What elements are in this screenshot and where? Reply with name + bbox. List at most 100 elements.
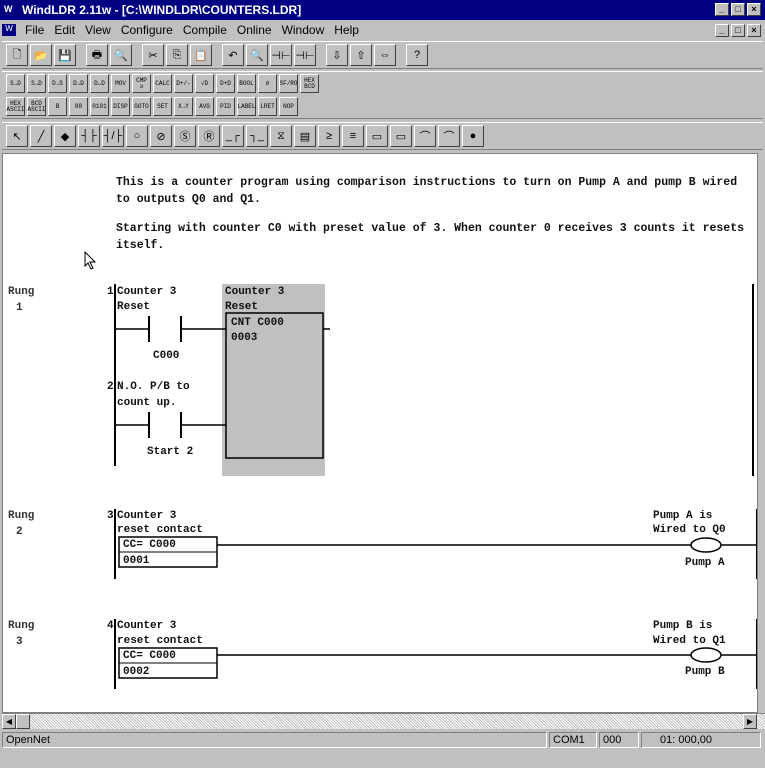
- set-icon[interactable]: SET: [153, 97, 172, 116]
- cut-icon[interactable]: ✂: [142, 44, 164, 66]
- help-icon[interactable]: ?: [406, 44, 428, 66]
- calculator-icon[interactable]: CALC: [153, 74, 172, 93]
- timer-icon[interactable]: ⧖: [270, 125, 292, 147]
- jump-end-icon[interactable]: ⌒: [438, 125, 460, 147]
- reset-coil-icon[interactable]: Ⓡ: [198, 125, 220, 147]
- close-icon[interactable]: ×: [747, 3, 761, 16]
- menu-file[interactable]: File: [20, 23, 49, 37]
- status-position: 01: 000,00: [641, 731, 761, 748]
- scroll-right-icon[interactable]: ▶: [743, 714, 757, 729]
- monitor-icon[interactable]: ⊣⊢: [270, 44, 292, 66]
- menu-view[interactable]: View: [80, 23, 116, 37]
- hex-ascii-icon[interactable]: HEX ASCII: [6, 97, 25, 116]
- coil-name[interactable]: Pump A: [685, 557, 725, 569]
- comparison-icon[interactable]: ≥: [318, 125, 340, 147]
- find-icon[interactable]: 🔍: [246, 44, 268, 66]
- compare-instruction[interactable]: CC= C000: [123, 539, 176, 551]
- hex-bcd-icon[interactable]: HEX BCD: [300, 74, 319, 93]
- avg-icon[interactable]: AVG: [195, 97, 214, 116]
- falling-edge-icon[interactable]: ┐_: [246, 125, 268, 147]
- shift-register-icon[interactable]: ≡: [342, 125, 364, 147]
- new-file-icon[interactable]: 🗋: [6, 44, 28, 66]
- add-icon[interactable]: D+D: [216, 74, 235, 93]
- compare-value[interactable]: 0001: [123, 555, 149, 567]
- root-icon[interactable]: √D: [195, 74, 214, 93]
- input-comment-line2: count up.: [117, 397, 177, 409]
- boolean-icon[interactable]: BOOL: [237, 74, 256, 93]
- increment-icon[interactable]: D+/-: [174, 74, 193, 93]
- download-icon[interactable]: ⇩: [326, 44, 348, 66]
- coil-name[interactable]: Pump B: [685, 666, 725, 678]
- output-coil-icon[interactable]: ○: [126, 125, 148, 147]
- counter-icon[interactable]: ▤: [294, 125, 316, 147]
- doc-close-icon[interactable]: ×: [747, 24, 761, 37]
- mcs-icon[interactable]: ▭: [366, 125, 388, 147]
- compare-value[interactable]: 0002: [123, 666, 149, 678]
- ladder-editor[interactable]: This is a counter program using comparis…: [2, 153, 758, 713]
- contact-operand[interactable]: Start 2: [147, 446, 193, 458]
- no-op-circle-icon[interactable]: ∅: [258, 74, 277, 93]
- save-icon[interactable]: 💾: [54, 44, 76, 66]
- doc-restore-icon[interactable]: □: [731, 24, 745, 37]
- horizontal-scrollbar[interactable]: ◀ ▶: [2, 713, 765, 729]
- paste-icon[interactable]: 📋: [190, 44, 212, 66]
- jump-icon[interactable]: ⌒: [414, 125, 436, 147]
- shift-rotate-icon[interactable]: SF/RO: [279, 74, 298, 93]
- mcr-icon[interactable]: ▭: [390, 125, 412, 147]
- no-contact-icon[interactable]: ┤├: [78, 125, 100, 147]
- contact-operand[interactable]: C000: [153, 350, 179, 362]
- compare-instr-icon[interactable]: CMP ≥: [132, 74, 151, 93]
- exchange-icon[interactable]: D↔D: [90, 74, 109, 93]
- eraser-icon[interactable]: ◆: [54, 125, 76, 147]
- pointer-icon[interactable]: ↖: [6, 125, 28, 147]
- set-coil-icon[interactable]: Ⓢ: [174, 125, 196, 147]
- print-icon[interactable]: 🖶: [86, 44, 108, 66]
- menu-window[interactable]: Window: [277, 23, 330, 37]
- scroll-left-icon[interactable]: ◀: [2, 714, 16, 729]
- label-icon[interactable]: LABEL: [237, 97, 256, 116]
- counter-instruction[interactable]: CNT C000: [231, 317, 284, 329]
- binary-icon[interactable]: 0101: [90, 97, 109, 116]
- document-icon[interactable]: W: [2, 24, 16, 36]
- compare-instruction[interactable]: CC= C000: [123, 650, 176, 662]
- compare-icon[interactable]: ⇔: [374, 44, 396, 66]
- inverted-coil-icon[interactable]: ⊘: [150, 125, 172, 147]
- copy-icon[interactable]: ⎘: [166, 44, 188, 66]
- upload-icon[interactable]: ⇧: [350, 44, 372, 66]
- rising-edge-icon[interactable]: _┌: [222, 125, 244, 147]
- print-preview-icon[interactable]: 🔍: [110, 44, 132, 66]
- menu-edit[interactable]: Edit: [49, 23, 80, 37]
- end-icon[interactable]: ●: [462, 125, 484, 147]
- open-file-icon[interactable]: 📂: [30, 44, 52, 66]
- menu-help[interactable]: Help: [329, 23, 364, 37]
- maximize-icon[interactable]: □: [731, 3, 745, 16]
- counter-preset[interactable]: 0003: [231, 332, 257, 344]
- goto-icon[interactable]: GOTO: [132, 97, 151, 116]
- line-draw-icon[interactable]: ╱: [30, 125, 52, 147]
- xy-icon[interactable]: X→Y: [174, 97, 193, 116]
- doc-minimize-icon[interactable]: _: [715, 24, 729, 37]
- menu-compile[interactable]: Compile: [178, 23, 232, 37]
- monitor-display-icon[interactable]: DISP: [111, 97, 130, 116]
- bit-icon[interactable]: B: [48, 97, 67, 116]
- nc-contact-icon[interactable]: ┤/├: [102, 125, 124, 147]
- pid-icon[interactable]: PID: [216, 97, 235, 116]
- move-block-icon[interactable]: D→D: [69, 74, 88, 93]
- minimize-icon[interactable]: _: [715, 3, 729, 16]
- ladder-monitor-icon[interactable]: ⊣⊢: [294, 44, 316, 66]
- lret-icon[interactable]: LRET: [258, 97, 277, 116]
- menu-online[interactable]: Online: [232, 23, 277, 37]
- display-icon[interactable]: 88: [69, 97, 88, 116]
- move-icon[interactable]: S→D: [6, 74, 25, 93]
- input-comment-line2: Reset: [117, 301, 151, 313]
- block-comment-line1: Counter 3: [225, 286, 285, 298]
- nop-icon[interactable]: NOP: [279, 97, 298, 116]
- vertical-scrollbar[interactable]: [758, 153, 765, 713]
- move-multiple-icon[interactable]: MOV: [111, 74, 130, 93]
- scroll-thumb[interactable]: [16, 714, 30, 729]
- bcd-ascii-icon[interactable]: BCD ASCII: [27, 97, 46, 116]
- move-inverse-icon[interactable]: D→S: [48, 74, 67, 93]
- move-bits-icon[interactable]: S→D: [27, 74, 46, 93]
- undo-icon[interactable]: ↶: [222, 44, 244, 66]
- menu-configure[interactable]: Configure: [116, 23, 178, 37]
